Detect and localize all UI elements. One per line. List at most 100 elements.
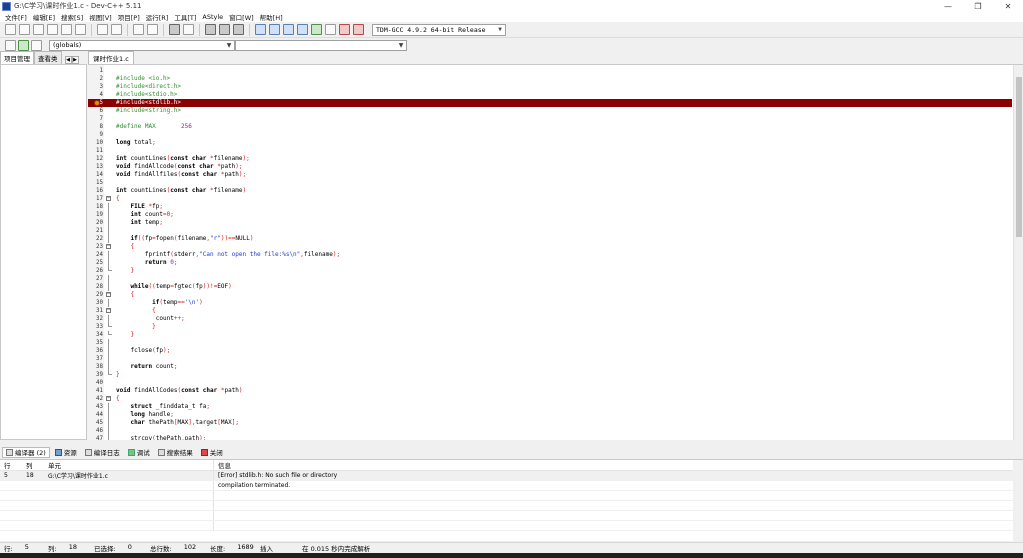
project-new-icon[interactable] — [5, 39, 16, 51]
code-line[interactable]: 29− { — [88, 291, 1012, 299]
menu-edit[interactable]: 编辑[E] — [30, 12, 58, 22]
scope-select[interactable]: (globals) ▼ — [49, 39, 235, 51]
toggle-comment-icon[interactable] — [233, 24, 244, 35]
code-line[interactable]: 41 void findAllCodes(const char *path) — [88, 387, 1012, 395]
menu-file[interactable]: 文件[F] — [2, 12, 30, 22]
code-line[interactable]: 15 — [88, 179, 1012, 187]
code-line[interactable]: 14 void findAllfiles(const char *path); — [88, 171, 1012, 179]
menu-run[interactable]: 运行[R] — [143, 12, 172, 22]
header-info[interactable]: 信息 — [214, 460, 1023, 470]
save-icon[interactable] — [33, 24, 44, 35]
run-icon[interactable] — [269, 24, 280, 35]
code-line[interactable]: 23− { — [88, 243, 1012, 251]
editor-vertical-scrollbar[interactable] — [1013, 65, 1023, 440]
redo-icon[interactable] — [111, 24, 122, 35]
tab-debug[interactable]: 调试 — [125, 447, 153, 458]
menu-tools[interactable]: 工具[T] — [171, 12, 199, 22]
code-line[interactable]: 25 return 0; — [88, 259, 1012, 267]
code-line[interactable]: 31− { — [88, 307, 1012, 315]
code-line[interactable]: 43 struct _finddata_t fa; — [88, 403, 1012, 411]
header-col[interactable]: 列 — [22, 460, 44, 470]
chevron-left-icon[interactable]: ◀ — [64, 56, 72, 64]
code-line[interactable]: 16 int countLines(const char *filename) — [88, 187, 1012, 195]
code-line[interactable]: 40 — [88, 379, 1012, 387]
syntax-check-icon[interactable] — [311, 24, 322, 35]
header-line[interactable]: 行 — [0, 460, 22, 470]
chevron-right-icon[interactable]: ▶ — [71, 56, 79, 64]
indent-left-icon[interactable] — [205, 24, 216, 35]
find-icon[interactable] — [133, 24, 144, 35]
code-line[interactable]: 12 int countLines(const char *filename); — [88, 155, 1012, 163]
messages-vertical-scrollbar[interactable] — [1013, 460, 1023, 542]
minimize-button[interactable]: — — [933, 0, 963, 12]
menu-project[interactable]: 项目[P] — [115, 12, 143, 22]
compile-run-icon[interactable] — [283, 24, 294, 35]
scrollbar-thumb[interactable] — [1016, 77, 1022, 237]
debug-icon[interactable] — [339, 24, 350, 35]
code-line[interactable]: 28 while((temp=fgtec(fp))!=EOF) — [88, 283, 1012, 291]
goto-line-icon[interactable] — [183, 24, 194, 35]
code-line[interactable]: 46 — [88, 427, 1012, 435]
code-line[interactable]: 6 #include<string.h> — [88, 107, 1012, 115]
code-line[interactable]: 24 fprintf(stderr,"Can not open the file… — [88, 251, 1012, 259]
code-line[interactable]: 17−{ — [88, 195, 1012, 203]
code-line[interactable]: 9 — [88, 131, 1012, 139]
code-line[interactable]: 45 char thePath[MAX],target[MAX]; — [88, 419, 1012, 427]
code-line[interactable]: 1 — [88, 67, 1012, 75]
menu-view[interactable]: 视图[V] — [86, 12, 115, 22]
code-line[interactable]: 13 void findAllcode(const char *path); — [88, 163, 1012, 171]
code-line[interactable]: 5 #include<stdlib.h> — [88, 99, 1012, 107]
fold-toggle-icon[interactable]: − — [106, 196, 111, 201]
code-line[interactable]: 44 long handle; — [88, 411, 1012, 419]
undo-icon[interactable] — [97, 24, 108, 35]
project-add-icon[interactable] — [18, 39, 29, 51]
menu-search[interactable]: 搜索[S] — [58, 12, 86, 22]
code-line[interactable]: 33 } — [88, 323, 1012, 331]
indent-right-icon[interactable] — [219, 24, 230, 35]
compile-icon[interactable] — [255, 24, 266, 35]
code-editor[interactable]: 1 2 #include <io.h> 3 #include<direct.h> 4 #in… — [88, 64, 1023, 440]
tab-compile-log[interactable]: 编译日志 — [82, 447, 123, 458]
message-row[interactable]: 5 18 G:\C学习\课时作业1.c [Error] stdlib.h: No… — [0, 471, 1023, 481]
code-line[interactable]: 7 — [88, 115, 1012, 123]
rebuild-icon[interactable] — [297, 24, 308, 35]
header-unit[interactable]: 单元 — [44, 460, 214, 470]
tab-source-file[interactable]: 课时作业1.c — [88, 51, 134, 64]
profile-icon[interactable] — [353, 24, 364, 35]
code-line[interactable]: 38 return count; — [88, 363, 1012, 371]
project-tree-panel[interactable] — [0, 64, 87, 440]
menu-astyle[interactable]: AStyle — [199, 13, 226, 21]
tab-compiler[interactable]: 编译器 (2) — [2, 446, 50, 458]
project-options-icon[interactable] — [31, 39, 42, 51]
code-line[interactable]: 35 — [88, 339, 1012, 347]
code-line[interactable]: 39} — [88, 371, 1012, 379]
fold-toggle-icon[interactable]: − — [106, 292, 111, 297]
tab-project-manager[interactable]: 项目管理 — [0, 51, 34, 64]
code-line[interactable]: 19 int count=0; — [88, 211, 1012, 219]
maximize-button[interactable]: ❐ — [963, 0, 993, 12]
new-file-icon[interactable] — [5, 24, 16, 35]
code-line[interactable]: 2 #include <io.h> — [88, 75, 1012, 83]
replace-icon[interactable] — [147, 24, 158, 35]
code-line[interactable]: 27 — [88, 275, 1012, 283]
fold-toggle-icon[interactable]: − — [106, 396, 111, 401]
menu-help[interactable]: 帮助[H] — [257, 12, 286, 22]
code-line[interactable]: 18 FILE *fp; — [88, 203, 1012, 211]
tab-resources[interactable]: 资源 — [52, 447, 80, 458]
function-select[interactable]: ▼ — [235, 39, 407, 51]
code-line[interactable]: 37 — [88, 355, 1012, 363]
tab-class-browser[interactable]: 查看类 — [34, 51, 62, 64]
print-icon[interactable] — [75, 24, 86, 35]
code-line[interactable]: 32 count++; — [88, 315, 1012, 323]
code-line[interactable]: 20 int temp; — [88, 219, 1012, 227]
code-line[interactable]: 30 if(temp=='\n') — [88, 299, 1012, 307]
code-line[interactable]: 4 #include<stdio.h> — [88, 91, 1012, 99]
code-line[interactable]: 10 long total; — [88, 139, 1012, 147]
close-file-icon[interactable] — [61, 24, 72, 35]
code-line[interactable]: 36 fclose(fp); — [88, 347, 1012, 355]
code-line[interactable]: 21 — [88, 227, 1012, 235]
fold-toggle-icon[interactable]: − — [106, 308, 111, 313]
open-file-icon[interactable] — [19, 24, 30, 35]
fullscreen-icon[interactable] — [169, 24, 180, 35]
code-line[interactable]: 11 — [88, 147, 1012, 155]
